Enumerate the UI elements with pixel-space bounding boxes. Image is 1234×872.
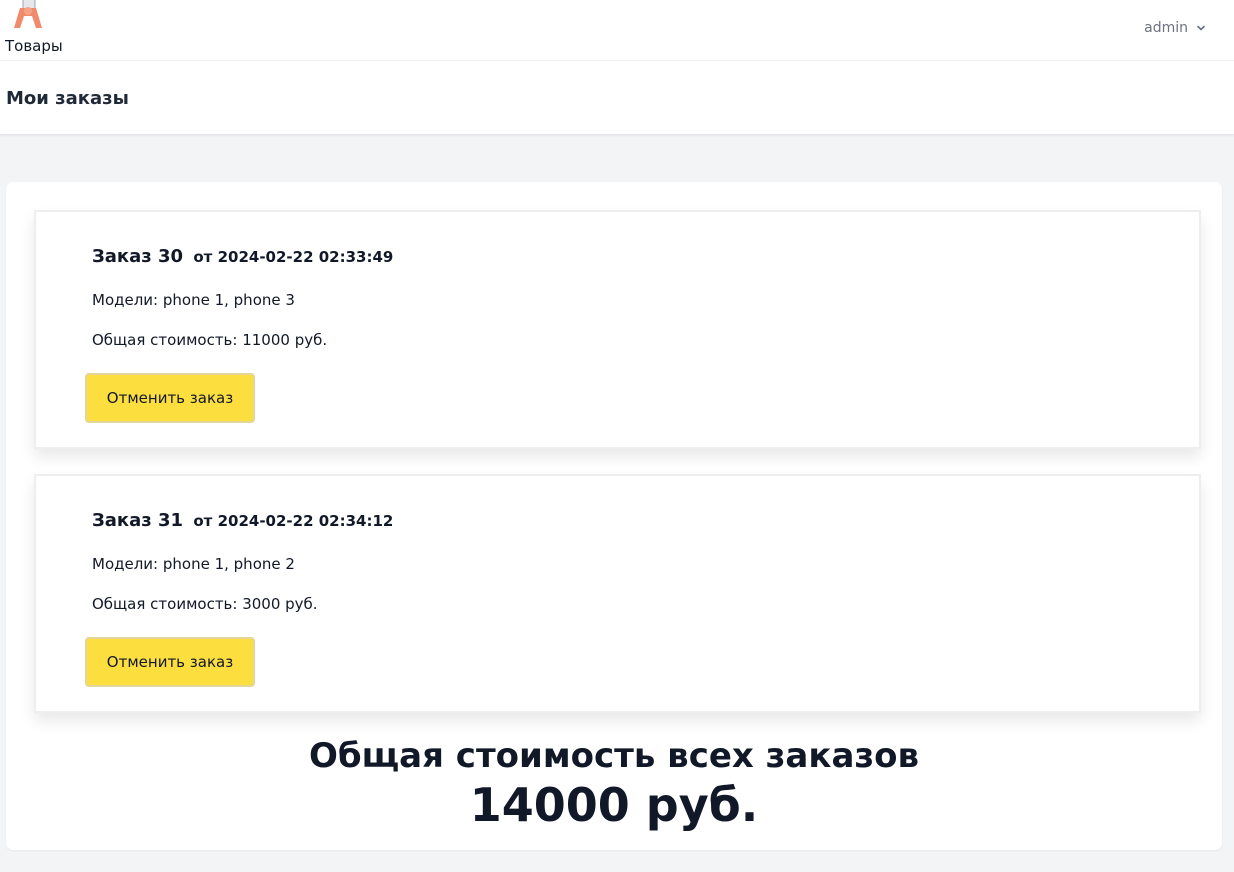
order-date: от 2024-02-22 02:34:12 [193,512,394,530]
order-card: Заказ 31 от 2024-02-22 02:34:12 Модели: … [34,474,1201,713]
order-heading: Заказ 31 от 2024-02-22 02:34:12 [92,510,393,531]
order-number: Заказ 31 [92,510,184,531]
order-card: Заказ 30 от 2024-02-22 02:33:49 Модели: … [34,210,1201,449]
chevron-down-icon [1197,25,1205,31]
page-title: Мои заказы [6,88,129,109]
hand-holding-phone-icon[interactable] [6,0,50,34]
nav-link-products[interactable]: Товары [5,37,63,55]
top-navigation: Товары admin [0,0,1234,61]
order-models: Модели: phone 1, phone 3 [92,291,295,309]
order-total: Общая стоимость: 11000 руб. [92,331,328,349]
cancel-order-button[interactable]: Отменить заказ [85,373,255,423]
cancel-order-button[interactable]: Отменить заказ [85,637,255,687]
orders-summary-value: 14000 руб. [469,778,759,832]
user-menu[interactable]: admin [1144,18,1206,38]
orders-summary-label: Общая стоимость всех заказов [308,736,920,776]
order-models: Модели: phone 1, phone 2 [92,555,295,573]
page-header: Мои заказы [0,61,1234,135]
order-date: от 2024-02-22 02:33:49 [193,248,394,266]
user-name: admin [1144,20,1188,36]
orders-panel: Заказ 30 от 2024-02-22 02:33:49 Модели: … [6,182,1222,850]
order-number: Заказ 30 [92,246,184,267]
order-total: Общая стоимость: 3000 руб. [92,595,318,613]
order-heading: Заказ 30 от 2024-02-22 02:33:49 [92,246,393,267]
